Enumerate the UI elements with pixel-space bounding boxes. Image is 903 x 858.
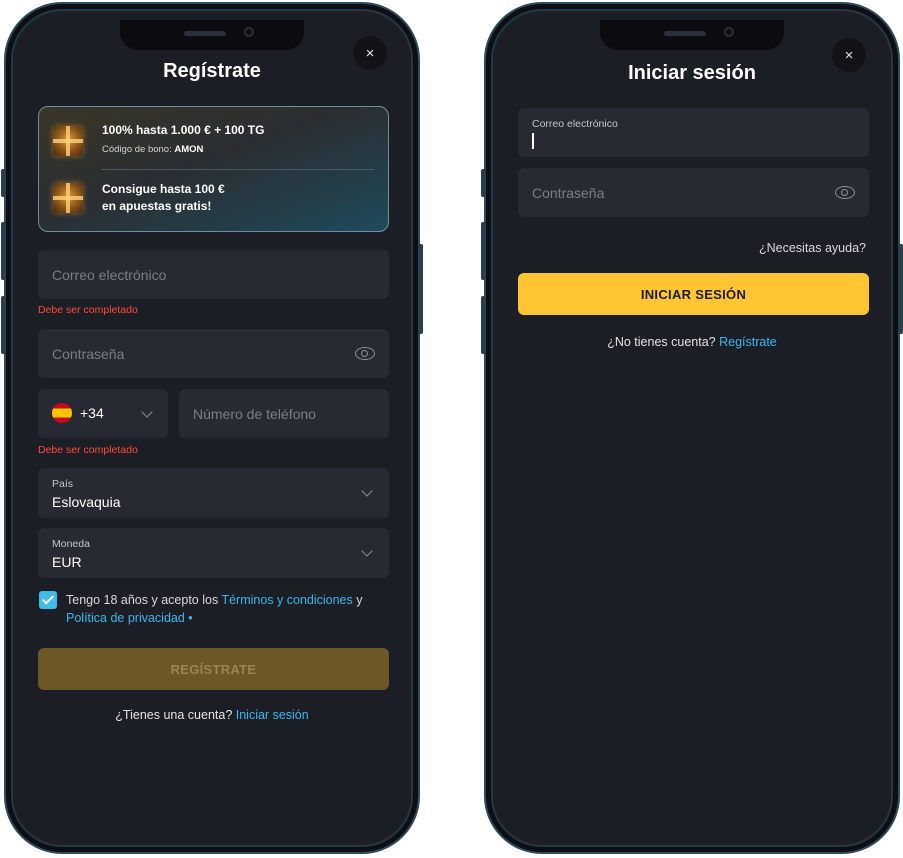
eye-icon[interactable] — [835, 186, 855, 199]
phone-notch — [600, 20, 784, 50]
terms-text: Tengo 18 años y acepto los Términos y co… — [66, 591, 376, 627]
terms-link[interactable]: Términos y condiciones — [221, 593, 352, 607]
email-field[interactable]: Correo electrónico — [518, 108, 869, 157]
chevron-down-icon — [361, 545, 373, 557]
phone-side-button — [1, 222, 6, 280]
email-field[interactable]: Correo electrónico — [38, 250, 389, 299]
no-account-text: ¿No tienes cuenta? — [607, 335, 720, 349]
register-prompt: ¿No tienes cuenta? Regístrate — [504, 335, 880, 349]
login-button[interactable]: INICIAR SESIÓN — [518, 273, 869, 315]
bonus-code-label: Código de bono: — [102, 144, 172, 155]
phone-side-button — [898, 244, 903, 334]
currency-label: Moneda — [52, 538, 90, 550]
eye-icon[interactable] — [355, 347, 375, 360]
have-account-text: ¿Tienes una cuenta? — [115, 708, 236, 722]
country-select[interactable]: País Eslovaquia — [38, 468, 389, 518]
currency-select[interactable]: Moneda EUR — [38, 528, 389, 578]
phone-notch — [120, 20, 304, 50]
divider — [101, 169, 374, 170]
phone-side-button — [481, 169, 486, 197]
chevron-down-icon — [361, 485, 373, 497]
country-label: País — [52, 478, 74, 490]
email-label: Correo electrónico — [532, 118, 618, 130]
email-error: Debe ser completado — [38, 304, 138, 316]
speaker — [664, 31, 706, 36]
gift-icon — [53, 183, 83, 213]
terms-text-1: Tengo 18 años y acepto los — [66, 593, 222, 607]
promo-offer-2: Consigue hasta 100 € en apuestas gratis! — [102, 181, 225, 215]
promo-banner: 100% hasta 1.000 € + 100 TG Código de bo… — [38, 106, 389, 232]
password-field[interactable]: Contraseña — [38, 329, 389, 378]
promo-bonus-code: Código de bono: AMON — [102, 144, 203, 155]
phone-error: Debe ser completado — [38, 444, 138, 456]
speaker — [184, 31, 226, 36]
spain-flag-icon — [52, 403, 72, 423]
register-screen: × Regístrate 100% hasta 1.000 € + 100 TG… — [24, 20, 400, 836]
promo-offer-2-line2: en apuestas gratis! — [102, 199, 212, 213]
phone-code-value: +34 — [80, 405, 104, 421]
currency-value: EUR — [52, 554, 82, 570]
chevron-down-icon — [141, 406, 153, 418]
privacy-suffix: • — [184, 611, 193, 625]
phone-side-button — [481, 222, 486, 280]
phone-side-button — [418, 244, 423, 334]
password-placeholder: Contraseña — [532, 184, 605, 201]
bonus-code-value: AMON — [174, 144, 204, 155]
camera — [244, 27, 254, 37]
password-placeholder: Contraseña — [52, 345, 125, 362]
phone-frame-login: × Iniciar sesión Correo electrónico Cont… — [481, 2, 903, 854]
terms-text-2: y — [352, 593, 363, 607]
promo-offer-2-line1: Consigue hasta 100 € — [102, 182, 225, 196]
phone-frame-register: × Regístrate 100% hasta 1.000 € + 100 TG… — [1, 2, 423, 854]
gift-icon — [53, 126, 83, 156]
login-screen: × Iniciar sesión Correo electrónico Cont… — [504, 20, 880, 836]
phone-side-button — [481, 296, 486, 354]
country-value: Eslovaquia — [52, 494, 121, 510]
password-field[interactable]: Contraseña — [518, 168, 869, 217]
phone-code-select[interactable]: +34 — [38, 389, 168, 438]
text-cursor — [532, 133, 534, 149]
privacy-link[interactable]: Política de privacidad — [66, 611, 185, 625]
promo-offer-title: 100% hasta 1.000 € + 100 TG — [102, 123, 265, 137]
terms-checkbox[interactable] — [39, 591, 57, 609]
camera — [724, 27, 734, 37]
phone-side-button — [1, 169, 6, 197]
page-title: Regístrate — [163, 60, 261, 82]
login-link[interactable]: Iniciar sesión — [236, 708, 309, 722]
register-button[interactable]: REGÍSTRATE — [38, 648, 389, 690]
login-prompt: ¿Tienes una cuenta? Iniciar sesión — [24, 708, 400, 722]
phone-placeholder: Número de teléfono — [193, 405, 316, 422]
help-link[interactable]: ¿Necesitas ayuda? — [759, 241, 866, 255]
phone-number-field[interactable]: Número de teléfono — [179, 389, 389, 438]
register-link[interactable]: Regístrate — [719, 335, 777, 349]
page-title: Iniciar sesión — [628, 62, 756, 84]
email-placeholder: Correo electrónico — [52, 266, 167, 283]
phone-side-button — [1, 296, 6, 354]
